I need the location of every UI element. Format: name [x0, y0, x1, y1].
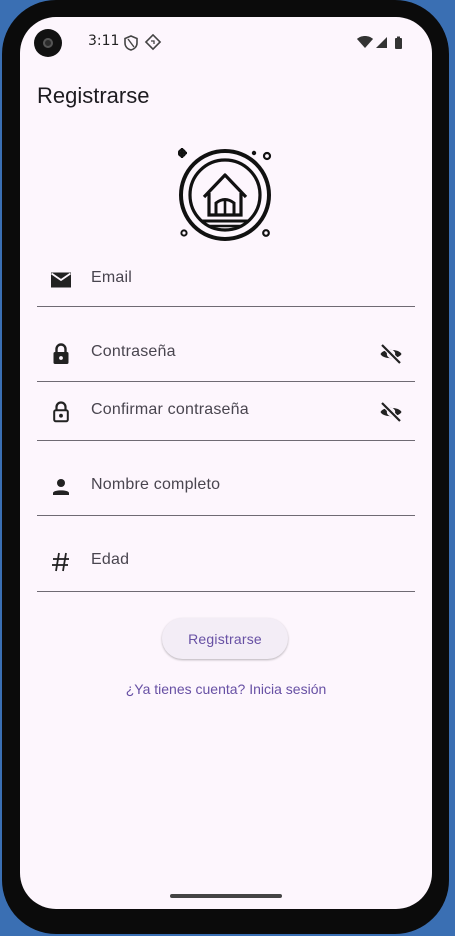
house-logo-icon [177, 145, 272, 241]
email-field[interactable]: Email [37, 261, 415, 307]
password-field[interactable]: Contraseña [37, 335, 415, 383]
confirm-password-field[interactable]: Confirmar contraseña [37, 397, 415, 443]
visibility-off-icon[interactable] [379, 400, 403, 424]
password-placeholder: Contraseña [91, 343, 176, 360]
age-underline [37, 591, 415, 592]
full-name-field[interactable]: Nombre completo [37, 472, 415, 518]
sync-diamond-icon [144, 33, 162, 51]
email-icon [50, 272, 72, 288]
visibility-off-icon[interactable] [379, 342, 403, 366]
register-button[interactable]: Registrarse [162, 618, 288, 659]
login-link[interactable]: ¿Ya tienes cuenta? Inicia sesión [20, 681, 432, 697]
signal-icon [376, 37, 387, 48]
battery-icon [395, 36, 402, 49]
device-frame: 3:11 Registrarse Email Contraseña Confir… [0, 0, 455, 936]
email-underline [37, 306, 415, 307]
age-placeholder: Edad [91, 551, 130, 568]
hash-icon [52, 552, 69, 572]
status-time: 3:11 [88, 33, 120, 49]
lock-outline-icon [53, 401, 69, 423]
confirm-password-placeholder: Confirmar contraseña [91, 401, 249, 418]
confirm-password-underline [37, 440, 415, 441]
lock-icon [53, 343, 69, 364]
password-underline [37, 381, 415, 382]
app-screen: 3:11 Registrarse Email Contraseña Confir… [20, 17, 432, 909]
front-camera [34, 29, 62, 57]
shield-icon [124, 35, 138, 51]
full-name-placeholder: Nombre completo [91, 476, 221, 493]
wifi-icon [357, 36, 373, 48]
home-indicator[interactable] [170, 894, 282, 898]
age-field[interactable]: Edad [37, 547, 415, 593]
page-title: Registrarse [37, 83, 150, 108]
status-system-icons [356, 35, 406, 55]
email-placeholder: Email [91, 269, 133, 286]
status-notification-icons [123, 33, 163, 56]
full-name-underline [37, 515, 415, 516]
person-icon [53, 479, 69, 495]
